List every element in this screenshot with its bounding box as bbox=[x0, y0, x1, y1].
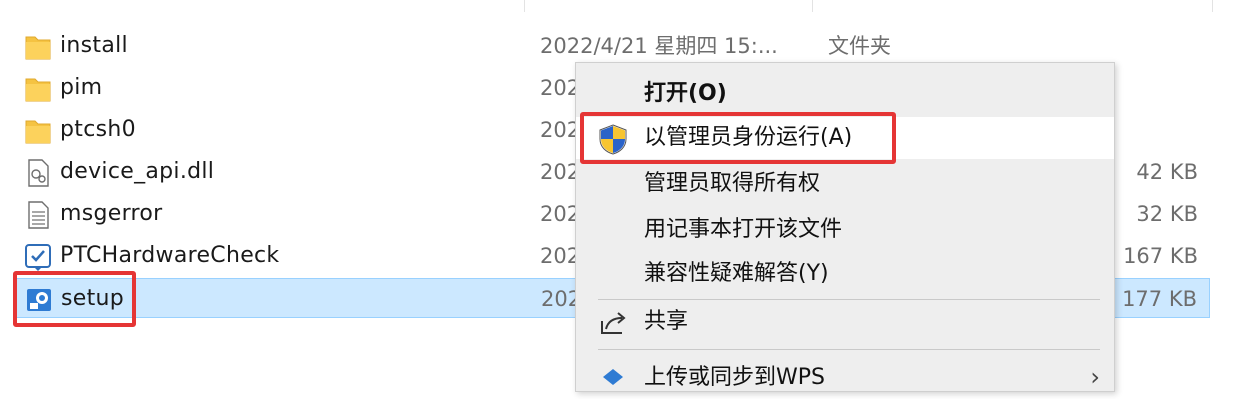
file-name: msgerror bbox=[60, 201, 163, 226]
file-row-install[interactable]: install 2022/4/21 星期四 15:... 文件夹 bbox=[14, 26, 1210, 66]
folder-icon bbox=[25, 120, 51, 144]
share-icon bbox=[601, 312, 626, 334]
menu-separator bbox=[598, 299, 1100, 300]
column-divider[interactable] bbox=[812, 0, 813, 12]
menu-item-upload-wps[interactable]: 上传或同步到WPS › bbox=[576, 357, 1114, 399]
text-file-icon bbox=[28, 201, 49, 229]
file-name: PTCHardwareCheck bbox=[60, 243, 280, 268]
menu-item-label: 用记事本打开该文件 bbox=[644, 217, 843, 242]
highlight-box-run-as-admin bbox=[580, 112, 896, 164]
file-date: 2022/4/21 星期四 15:... bbox=[540, 34, 778, 58]
file-size: 42 KB bbox=[1136, 160, 1198, 184]
menu-item-label: 上传或同步到WPS bbox=[644, 365, 825, 390]
app-check-icon bbox=[25, 244, 51, 271]
highlight-box-setup bbox=[13, 271, 136, 327]
dll-file-icon bbox=[28, 159, 49, 187]
menu-item-open[interactable]: 打开(O) bbox=[576, 73, 1114, 115]
file-type: 文件夹 bbox=[828, 34, 891, 58]
file-name: install bbox=[60, 33, 128, 58]
menu-item-take-ownership[interactable]: 管理员取得所有权 bbox=[576, 163, 1114, 205]
menu-item-label: 共享 bbox=[644, 309, 689, 334]
file-name: ptcsh0 bbox=[60, 117, 136, 142]
file-name: pim bbox=[60, 75, 103, 100]
menu-item-label: 管理员取得所有权 bbox=[644, 171, 821, 196]
folder-icon bbox=[25, 36, 51, 60]
folder-icon bbox=[25, 78, 51, 102]
menu-item-open-with-notepad[interactable]: 用记事本打开该文件 bbox=[576, 209, 1114, 251]
file-size: 177 KB bbox=[1122, 287, 1197, 311]
file-size: 32 KB bbox=[1136, 202, 1198, 226]
menu-item-label: 打开(O) bbox=[644, 81, 727, 106]
column-divider[interactable] bbox=[524, 0, 525, 12]
menu-item-share[interactable]: 共享 bbox=[576, 301, 1114, 343]
menu-item-label: 兼容性疑难解答(Y) bbox=[644, 261, 829, 286]
wps-cloud-icon bbox=[603, 369, 623, 385]
submenu-arrow-icon: › bbox=[1090, 363, 1100, 391]
menu-item-compatibility[interactable]: 兼容性疑难解答(Y) bbox=[576, 253, 1114, 295]
file-name: device_api.dll bbox=[60, 159, 215, 184]
menu-separator bbox=[598, 349, 1100, 350]
file-size: 167 KB bbox=[1123, 244, 1198, 268]
column-divider[interactable] bbox=[1212, 0, 1213, 12]
